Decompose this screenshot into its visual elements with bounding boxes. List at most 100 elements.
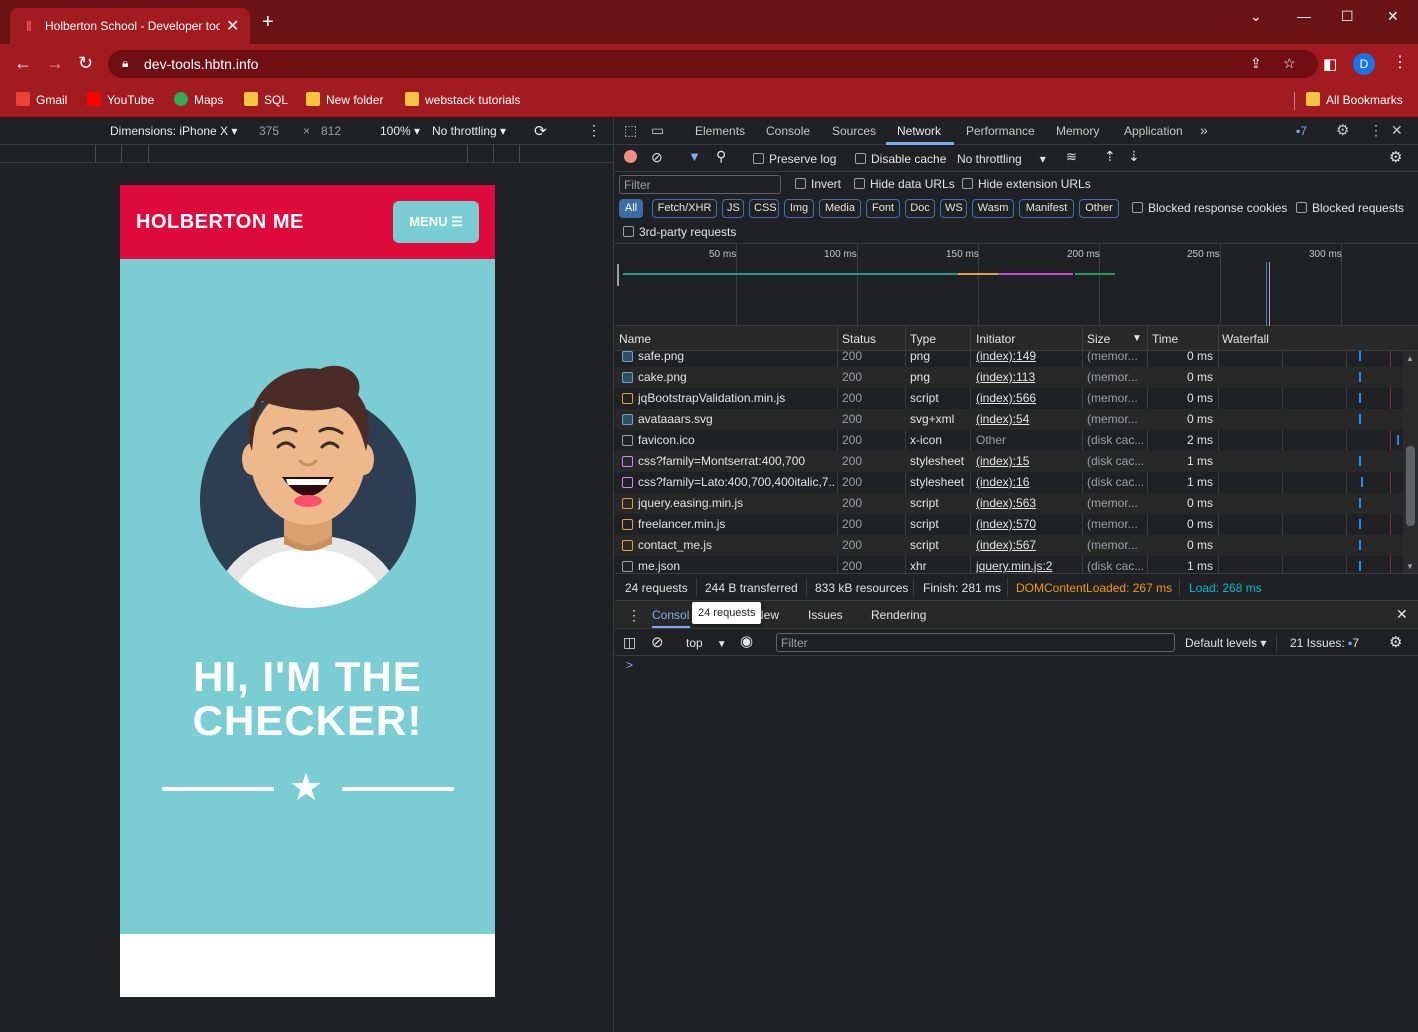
tab-elements[interactable]: Elements [695, 124, 745, 138]
type-filter-all[interactable]: All [619, 199, 643, 218]
request-initiator[interactable]: (index):567 [976, 538, 1076, 552]
disable-cache-checkbox[interactable]: Disable cache [855, 152, 946, 166]
type-filter-media[interactable]: Media [819, 199, 861, 218]
tab-console[interactable]: Console [766, 124, 810, 138]
request-row[interactable]: me.json 200 xhr jquery.min.js:2 (disk cac...… [615, 556, 1403, 573]
scroll-down-arrow[interactable]: ▼ [1406, 562, 1414, 571]
drawer-tab-rendering[interactable]: Rendering [871, 608, 926, 622]
tab-network[interactable]: Network [897, 124, 941, 138]
scroll-up-arrow[interactable]: ▲ [1406, 354, 1414, 363]
bookmark-youtube[interactable]: YouTube [87, 92, 154, 107]
network-overview-timeline[interactable]: 50 ms 100 ms 150 ms 200 ms 250 ms 300 ms [615, 244, 1418, 326]
side-panel-icon[interactable]: ◧ [1323, 56, 1337, 74]
request-row[interactable]: favicon.ico 200 x-icon Other (disk cac... 2 m… [615, 430, 1403, 451]
devtools-menu-icon[interactable]: ⋮ [1369, 122, 1383, 139]
type-filter-other[interactable]: Other [1079, 199, 1119, 218]
network-filter-input[interactable]: Filter [619, 175, 781, 194]
console-filter-input[interactable]: Filter [776, 633, 1175, 652]
column-name[interactable]: Name [619, 332, 651, 346]
settings-gear-icon[interactable]: ⚙ [1336, 121, 1349, 139]
device-toggle-icon[interactable]: ▭ [651, 122, 664, 139]
close-devtools-icon[interactable]: ✕ [1391, 122, 1403, 139]
request-row[interactable]: contact_me.js 200 script (index):567 (memor.… [615, 535, 1403, 556]
drawer-tab-issues[interactable]: Issues [808, 608, 843, 622]
kebab-menu-icon[interactable]: ⋮ [1392, 54, 1408, 72]
request-initiator[interactable]: (index):15 [976, 454, 1076, 468]
issues-counter[interactable]: ▪7 [1296, 124, 1307, 138]
forward-arrow-icon[interactable]: → [46, 54, 64, 72]
log-levels-select[interactable]: Default levels ▾ [1185, 636, 1266, 650]
inspect-element-icon[interactable]: ⬚ [624, 122, 637, 139]
clear-console-icon[interactable]: ⊘ [651, 633, 664, 651]
export-har-icon[interactable]: ⇣ [1128, 148, 1140, 165]
type-filter-font[interactable]: Font [866, 199, 900, 218]
drawer-menu-icon[interactable]: ⋮ [627, 607, 641, 624]
hide-data-urls-checkbox[interactable]: Hide data URLs [854, 177, 955, 191]
request-row[interactable]: css?family=Montserrat:400,700 200 styleshe… [615, 451, 1403, 472]
request-initiator[interactable]: (index):563 [976, 496, 1076, 510]
column-type[interactable]: Type [910, 332, 936, 346]
request-row[interactable]: safe.png 200 png (index):149 (memor... 0 ms [615, 346, 1403, 367]
request-row[interactable]: cake.png 200 png (index):113 (memor... 0 ms [615, 367, 1403, 388]
menu-button[interactable]: MENU ☰ [393, 201, 479, 243]
clear-icon[interactable]: ⊘ [651, 149, 663, 166]
new-tab-button[interactable]: + [262, 12, 274, 32]
type-filter-wasm[interactable]: Wasm [972, 199, 1014, 218]
tab-memory[interactable]: Memory [1056, 124, 1099, 138]
tab-application[interactable]: Application [1124, 124, 1183, 138]
console-sidebar-icon[interactable]: ◫ [623, 634, 636, 651]
maximize-button[interactable]: ☐ [1341, 8, 1354, 25]
tab-sources[interactable]: Sources [832, 124, 876, 138]
console-issues-counter[interactable]: 21 Issues: ▪7 [1290, 636, 1359, 650]
type-filter-fetch-xhr[interactable]: Fetch/XHR [652, 199, 717, 218]
request-initiator[interactable]: (index):16 [976, 475, 1076, 489]
request-row[interactable]: avataaars.svg 200 svg+xml (index):54 (memor.… [615, 409, 1403, 430]
record-stop-icon[interactable] [624, 150, 637, 163]
import-har-icon[interactable]: ⇡ [1104, 148, 1116, 165]
type-filter-css[interactable]: CSS [749, 199, 779, 218]
network-throttling-select[interactable]: No throttling ▾ [957, 152, 1046, 166]
share-icon[interactable]: ⇪ [1250, 55, 1262, 72]
lock-icon[interactable]: 🔒︎ [122, 56, 128, 71]
type-filter-js[interactable]: JS [722, 199, 744, 218]
bookmark-sql[interactable]: SQL [244, 92, 288, 107]
preserve-log-checkbox[interactable]: Preserve log [753, 152, 836, 166]
column-size[interactable]: Size [1087, 332, 1110, 346]
column-waterfall[interactable]: Waterfall [1222, 332, 1269, 346]
console-settings-icon[interactable]: ⚙ [1389, 633, 1402, 651]
invert-checkbox[interactable]: Invert [795, 177, 841, 191]
column-time[interactable]: Time [1152, 332, 1178, 346]
device-width-input[interactable]: 375 [259, 124, 279, 138]
url-text[interactable]: dev-tools.hbtn.info [144, 56, 258, 72]
request-row[interactable]: jquery.easing.min.js 200 script (index):563… [615, 493, 1403, 514]
address-bar[interactable]: 🔒︎ dev-tools.hbtn.info ⇪ ☆ [108, 50, 1318, 78]
request-initiator[interactable]: (index):54 [976, 412, 1076, 426]
type-filter-manifest[interactable]: Manifest [1019, 199, 1074, 218]
all-bookmarks[interactable]: All Bookmarks [1306, 92, 1403, 107]
blocked-requests-checkbox[interactable]: Blocked requests [1296, 201, 1404, 215]
drawer-tab-console[interactable]: Console [652, 608, 690, 628]
more-tabs-icon[interactable]: » [1200, 122, 1208, 138]
close-window-button[interactable]: ✕ [1387, 8, 1399, 25]
tab-close-icon[interactable]: ✕ [226, 16, 239, 36]
request-initiator[interactable]: (index):570 [976, 517, 1076, 531]
close-drawer-icon[interactable]: ✕ [1396, 606, 1408, 623]
filter-funnel-icon[interactable]: ▼ [688, 149, 701, 164]
minimize-button[interactable]: — [1297, 8, 1311, 24]
request-row[interactable]: freelancer.min.js 200 script (index):570 (me… [615, 514, 1403, 535]
live-expression-eye-icon[interactable]: ◉ [740, 632, 753, 650]
type-filter-doc[interactable]: Doc [905, 199, 935, 218]
type-filter-img[interactable]: Img [784, 199, 814, 218]
search-icon[interactable]: ⚲ [716, 148, 726, 165]
request-initiator[interactable]: (index):566 [976, 391, 1076, 405]
scrollbar-thumb[interactable] [1406, 446, 1415, 526]
network-conditions-icon[interactable]: ≋ [1066, 149, 1077, 165]
request-row[interactable]: jqBootstrapValidation.min.js 200 script (in… [615, 388, 1403, 409]
request-initiator[interactable]: jquery.min.js:2 [976, 559, 1076, 573]
hide-extension-urls-checkbox[interactable]: Hide extension URLs [962, 177, 1091, 191]
request-initiator[interactable]: (index):113 [976, 370, 1076, 384]
console-prompt[interactable]: > [626, 658, 633, 672]
blocked-response-cookies-checkbox[interactable]: Blocked response cookies [1132, 201, 1287, 215]
tab-search-icon[interactable]: ⌄ [1250, 8, 1262, 25]
type-filter-ws[interactable]: WS [940, 199, 967, 218]
